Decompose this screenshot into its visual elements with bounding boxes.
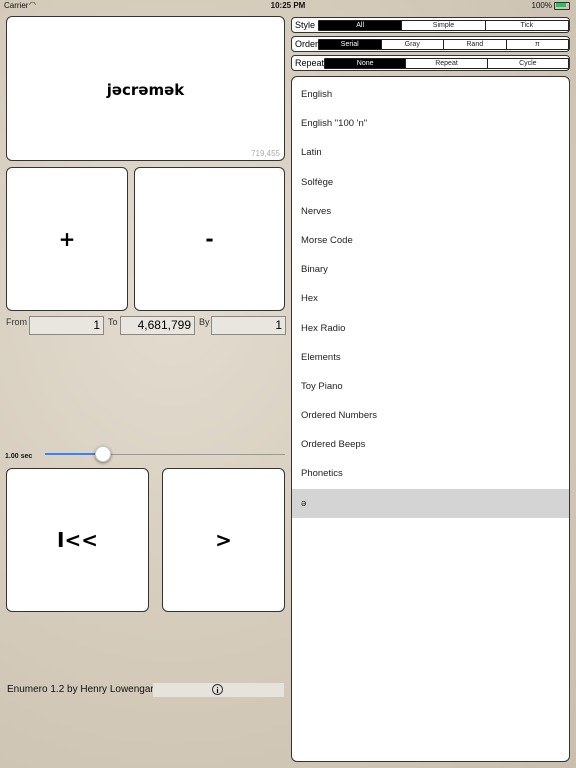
style-control: Style All Simple Tick — [291, 17, 570, 33]
current-word: jəcrəmək — [106, 81, 185, 99]
list-item[interactable]: Solfège — [292, 168, 569, 197]
list-item[interactable]: Phonetics — [292, 459, 569, 488]
from-label: From — [6, 317, 27, 327]
list-item[interactable]: Ordered Beeps — [292, 430, 569, 459]
clock: 10:25 PM — [270, 1, 306, 10]
style-title: Style — [295, 20, 316, 30]
to-label: To — [108, 317, 118, 327]
list-item[interactable]: Hex Radio — [292, 314, 569, 343]
play-button[interactable]: > — [162, 468, 285, 612]
battery-icon — [554, 2, 570, 10]
rewind-button[interactable]: I<< — [6, 468, 149, 612]
slider-thumb[interactable] — [94, 446, 111, 462]
style-option-all[interactable]: All — [319, 21, 402, 30]
repeat-option-cycle[interactable]: Cycle — [486, 59, 568, 68]
slider-fill — [45, 453, 103, 455]
repeat-option-repeat[interactable]: Repeat — [405, 59, 487, 68]
list-item[interactable]: Morse Code — [292, 226, 569, 255]
list-item[interactable]: English — [292, 80, 569, 109]
order-title: Order — [295, 39, 319, 49]
language-list[interactable]: English English "100 'n" Latin Solfège N… — [291, 76, 570, 762]
by-label: By — [199, 317, 210, 327]
list-item[interactable]: Hex — [292, 284, 569, 313]
style-option-simple[interactable]: Simple — [401, 21, 485, 30]
repeat-option-none[interactable]: None — [325, 59, 406, 68]
order-segment: Serial Gray Rand π — [318, 39, 569, 50]
decrement-button[interactable]: - — [134, 167, 285, 311]
info-icon[interactable]: i — [212, 684, 223, 695]
list-item[interactable]: Latin — [292, 138, 569, 167]
to-field[interactable]: 4,681,799 — [120, 316, 195, 335]
list-item[interactable]: Binary — [292, 255, 569, 284]
repeat-segment: None Repeat Cycle — [324, 58, 569, 69]
current-count: 719,455 — [251, 149, 280, 158]
order-control: Order Serial Gray Rand π — [291, 36, 570, 52]
order-option-gray[interactable]: Gray — [380, 40, 443, 49]
credit-text: Enumero 1.2 by Henry Lowengard — [7, 684, 160, 695]
speed-label: 1.00 sec — [5, 453, 33, 460]
order-option-rand[interactable]: Rand — [443, 40, 506, 49]
status-bar: Carrier ◠ 10:25 PM 100% — [0, 0, 576, 12]
list-item[interactable]: ə — [292, 488, 569, 518]
battery-percent: 100% — [531, 1, 552, 10]
list-item[interactable]: Nerves — [292, 197, 569, 226]
from-field[interactable]: 1 — [29, 316, 104, 335]
increment-button[interactable]: + — [6, 167, 128, 311]
list-item[interactable]: Elements — [292, 343, 569, 372]
style-segment: All Simple Tick — [318, 20, 569, 31]
info-bar: i — [153, 683, 284, 697]
word-display: jəcrəmək 719,455 — [6, 16, 285, 161]
repeat-title: Repeat — [295, 58, 325, 68]
repeat-control: Repeat None Repeat Cycle — [291, 55, 570, 71]
list-item[interactable]: Toy Piano — [292, 372, 569, 401]
order-option-serial[interactable]: Serial — [319, 40, 381, 49]
style-option-tick[interactable]: Tick — [484, 21, 568, 30]
speed-slider[interactable] — [45, 446, 285, 462]
list-item[interactable]: Ordered Numbers — [292, 401, 569, 430]
list-item[interactable]: English "100 'n" — [292, 109, 569, 138]
order-option-pi[interactable]: π — [505, 40, 568, 49]
by-field[interactable]: 1 — [211, 316, 286, 335]
